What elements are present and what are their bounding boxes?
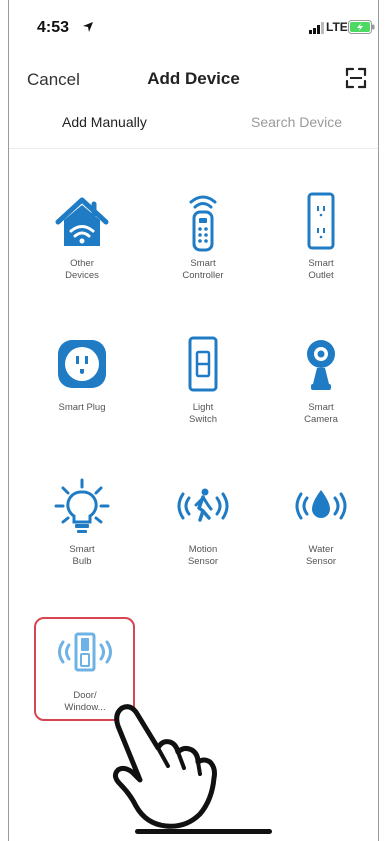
device-label: Other Devices xyxy=(65,258,99,281)
bulb-icon xyxy=(54,478,110,533)
pointing-hand-icon xyxy=(112,704,217,829)
camera-icon xyxy=(307,340,335,390)
network-type: LTE xyxy=(326,20,348,34)
remote-control-icon xyxy=(189,195,217,252)
page-title: Add Device xyxy=(147,69,240,88)
location-arrow-icon xyxy=(83,22,93,32)
device-water-sensor[interactable]: Water Sensor xyxy=(266,478,376,568)
home-indicator[interactable] xyxy=(135,829,272,834)
motion-sensor-icon xyxy=(177,488,229,522)
light-switch-icon xyxy=(188,336,218,392)
device-light-switch[interactable]: Light Switch xyxy=(148,336,258,426)
device-label: Smart Outlet xyxy=(308,258,334,281)
water-sensor-icon xyxy=(295,490,347,520)
navigation-bar: Cancel Add Device xyxy=(0,55,387,100)
device-motion-sensor[interactable]: Motion Sensor xyxy=(148,478,258,568)
divider xyxy=(9,148,378,149)
device-label: Smart Bulb xyxy=(69,544,95,567)
device-other-devices[interactable]: Other Devices xyxy=(27,192,137,282)
smart-plug-icon xyxy=(58,340,106,388)
status-bar: 4:53 LTE xyxy=(0,0,387,50)
device-smart-outlet[interactable]: Smart Outlet xyxy=(266,192,376,282)
device-smart-plug[interactable]: Smart Plug xyxy=(27,336,137,414)
device-label: Smart Plug xyxy=(58,402,106,413)
device-label: Light Switch xyxy=(189,402,217,425)
battery-charging-icon xyxy=(348,20,375,34)
device-label: Smart Controller xyxy=(182,258,224,281)
tab-add-manually[interactable]: Add Manually xyxy=(62,114,147,130)
device-label: Motion Sensor xyxy=(187,544,219,567)
wall-outlet-icon xyxy=(307,192,335,250)
device-label: Water Sensor xyxy=(305,544,337,567)
add-device-screen: 4:53 LTE Cancel Add Device Add Manually … xyxy=(0,0,387,841)
tab-search-device[interactable]: Search Device xyxy=(251,114,342,130)
tab-bar: Add Manually Search Device xyxy=(0,106,387,149)
device-label: Smart Camera xyxy=(304,402,338,425)
device-smart-camera[interactable]: Smart Camera xyxy=(266,336,376,426)
status-time: 4:53 xyxy=(37,19,70,36)
scan-qr-icon[interactable] xyxy=(345,67,367,89)
cellular-signal-icon xyxy=(309,22,324,34)
device-smart-controller[interactable]: Smart Controller xyxy=(148,192,258,282)
house-wifi-icon xyxy=(55,197,109,246)
device-smart-bulb[interactable]: Smart Bulb xyxy=(27,478,137,568)
